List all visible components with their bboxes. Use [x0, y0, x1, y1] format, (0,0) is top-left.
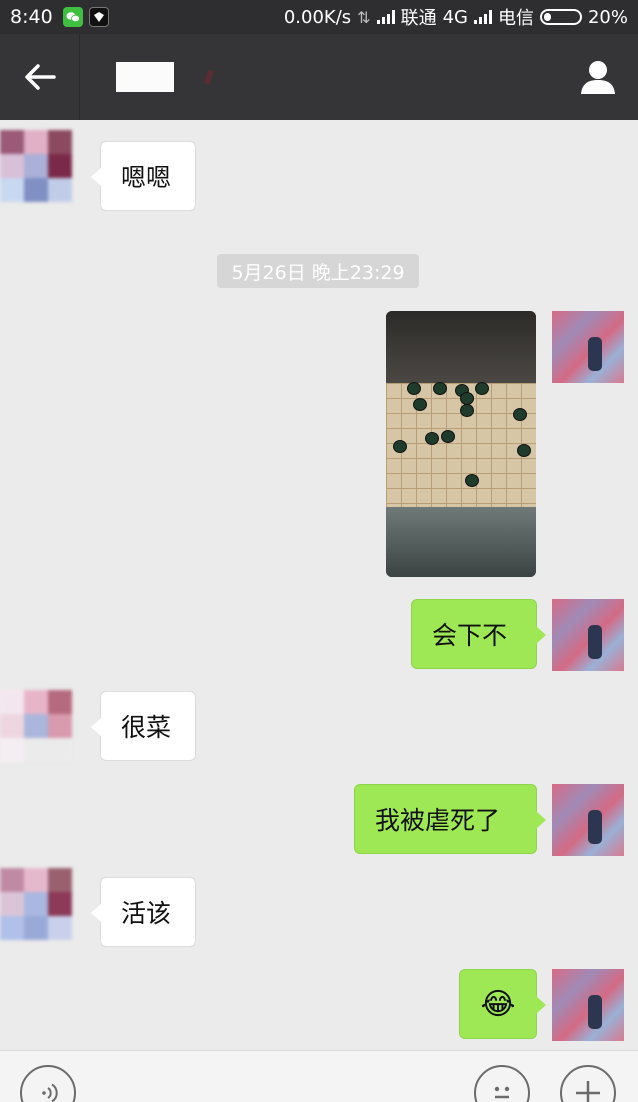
chat-list[interactable]: 嗯嗯 5月26日 晚上23:29 会下不 很菜 我被虐死了 活该 😂	[0, 120, 638, 1050]
status-right: 0.00K/s ⇅ 联通 4G 电信 20%	[284, 4, 628, 30]
contact-avatar[interactable]	[0, 130, 72, 202]
contact-name-redacted	[116, 62, 174, 92]
voice-button[interactable]	[20, 1065, 76, 1102]
back-button[interactable]	[0, 34, 80, 120]
status-bar: 8:40 0.00K/s ⇅ 联通 4G 电信 20%	[0, 0, 638, 34]
chat-header	[0, 34, 638, 120]
carrier-2: 电信	[497, 8, 534, 29]
message-bubble-in[interactable]: 很菜	[91, 691, 196, 761]
message-bubble-in[interactable]: 嗯嗯	[91, 141, 196, 211]
my-avatar[interactable]	[552, 599, 624, 671]
net-speed: 0.00K/s	[283, 6, 352, 28]
network-type: 4G	[442, 6, 468, 28]
message-text: 会下不	[432, 621, 508, 650]
voice-icon	[42, 1083, 58, 1102]
message-bubble-out[interactable]: 😂	[459, 969, 546, 1039]
chessboard-photo	[386, 383, 536, 507]
my-avatar[interactable]	[552, 784, 624, 856]
signal-icon-2	[473, 10, 492, 24]
message-text: 嗯嗯	[121, 163, 172, 192]
my-avatar[interactable]	[552, 969, 624, 1041]
more-button[interactable]	[560, 1065, 616, 1102]
plus-icon	[576, 1081, 600, 1102]
contact-avatar[interactable]	[0, 868, 72, 940]
redaction-mark	[203, 69, 215, 85]
message-text: 活该	[121, 899, 172, 928]
data-arrows-icon: ⇅	[357, 7, 371, 27]
wechat-notification-icon	[62, 7, 83, 27]
laughing-crying-emoji-icon: 😂	[480, 986, 516, 1022]
message-timestamp: 5月26日 晚上23:29	[217, 254, 419, 288]
emoji-face-icon	[494, 1086, 510, 1099]
status-time: 8:40	[10, 6, 53, 28]
emoji-button[interactable]	[474, 1065, 530, 1102]
input-bar	[0, 1050, 638, 1102]
battery-level: 20%	[587, 6, 628, 28]
battery-icon	[539, 9, 582, 25]
message-bubble-out[interactable]: 我被虐死了	[354, 784, 546, 854]
profile-button[interactable]	[558, 34, 638, 120]
app-notification-icon	[88, 7, 109, 27]
contact-avatar[interactable]	[0, 690, 72, 762]
message-image[interactable]	[386, 311, 536, 577]
message-text: 很菜	[121, 713, 172, 742]
carrier-1: 联通	[400, 8, 437, 29]
arrow-left-icon	[24, 64, 56, 90]
signal-icon	[376, 10, 395, 24]
message-bubble-in[interactable]: 活该	[91, 877, 196, 947]
person-icon	[581, 61, 615, 94]
my-avatar[interactable]	[552, 311, 624, 383]
message-text: 我被虐死了	[375, 806, 501, 835]
message-bubble-out[interactable]: 会下不	[411, 599, 546, 669]
